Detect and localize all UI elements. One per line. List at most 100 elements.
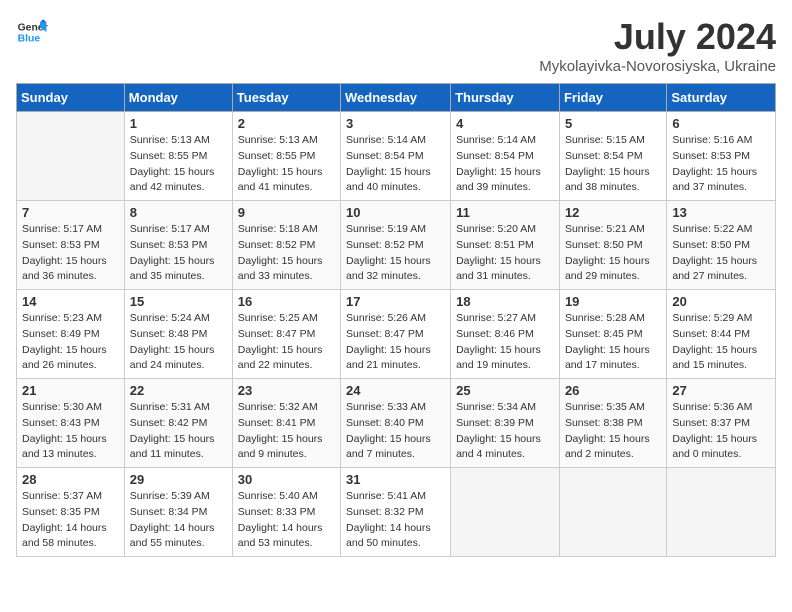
day-info: Sunrise: 5:32 AMSunset: 8:41 PMDaylight:… [238, 400, 335, 463]
title-block: July 2024 Mykolayivka-Novorosiyska, Ukra… [539, 16, 776, 75]
day-info: Sunrise: 5:23 AMSunset: 8:49 PMDaylight:… [22, 311, 119, 374]
calendar-cell: 12 Sunrise: 5:21 AMSunset: 8:50 PMDayligh… [559, 201, 666, 290]
day-info: Sunrise: 5:29 AMSunset: 8:44 PMDaylight:… [672, 311, 770, 374]
day-number: 3 [346, 116, 445, 131]
day-number: 9 [238, 205, 335, 220]
day-info: Sunrise: 5:33 AMSunset: 8:40 PMDaylight:… [346, 400, 445, 463]
day-info: Sunrise: 5:26 AMSunset: 8:47 PMDaylight:… [346, 311, 445, 374]
calendar-cell: 24 Sunrise: 5:33 AMSunset: 8:40 PMDayligh… [341, 379, 451, 468]
day-info: Sunrise: 5:39 AMSunset: 8:34 PMDaylight:… [130, 489, 227, 552]
calendar-cell: 17 Sunrise: 5:26 AMSunset: 8:47 PMDayligh… [341, 290, 451, 379]
calendar-cell: 16 Sunrise: 5:25 AMSunset: 8:47 PMDayligh… [232, 290, 340, 379]
calendar-cell: 15Sunrise: 5:24 AMSunset: 8:48 PMDayligh… [124, 290, 232, 379]
calendar-cell: 30 Sunrise: 5:40 AMSunset: 8:33 PMDayligh… [232, 468, 340, 557]
day-number: 21 [22, 383, 119, 398]
col-header-wednesday: Wednesday [341, 84, 451, 112]
calendar-cell: 19Sunrise: 5:28 AMSunset: 8:45 PMDayligh… [559, 290, 666, 379]
calendar-cell: 14 Sunrise: 5:23 AMSunset: 8:49 PMDayligh… [17, 290, 125, 379]
day-info: Sunrise: 5:22 AMSunset: 8:50 PMDaylight:… [672, 222, 770, 285]
day-number: 4 [456, 116, 554, 131]
calendar-cell: 2Sunrise: 5:13 AMSunset: 8:55 PMDaylight… [232, 112, 340, 201]
calendar-cell: 1 Sunrise: 5:13 AMSunset: 8:55 PMDaylight… [124, 112, 232, 201]
day-number: 25 [456, 383, 554, 398]
day-number: 6 [672, 116, 770, 131]
col-header-thursday: Thursday [451, 84, 560, 112]
week-row-2: 7 Sunrise: 5:17 AMSunset: 8:53 PMDaylight… [17, 201, 776, 290]
calendar-cell: 31 Sunrise: 5:41 AMSunset: 8:32 PMDayligh… [341, 468, 451, 557]
day-number: 30 [238, 472, 335, 487]
day-info: Sunrise: 5:36 AMSunset: 8:37 PMDaylight:… [672, 400, 770, 463]
day-number: 29 [130, 472, 227, 487]
day-info: Sunrise: 5:21 AMSunset: 8:50 PMDaylight:… [565, 222, 661, 285]
calendar-cell: 25 Sunrise: 5:34 AMSunset: 8:39 PMDayligh… [451, 379, 560, 468]
col-header-monday: Monday [124, 84, 232, 112]
day-number: 5 [565, 116, 661, 131]
week-row-1: 1 Sunrise: 5:13 AMSunset: 8:55 PMDaylight… [17, 112, 776, 201]
day-number: 14 [22, 294, 119, 309]
calendar-cell: 29 Sunrise: 5:39 AMSunset: 8:34 PMDayligh… [124, 468, 232, 557]
col-header-saturday: Saturday [667, 84, 776, 112]
day-number: 7 [22, 205, 119, 220]
day-info: Sunrise: 5:40 AMSunset: 8:33 PMDaylight:… [238, 489, 335, 552]
day-number: 16 [238, 294, 335, 309]
week-row-4: 21Sunrise: 5:30 AMSunset: 8:43 PMDayligh… [17, 379, 776, 468]
day-number: 2 [238, 116, 335, 131]
calendar-cell [667, 468, 776, 557]
day-info: Sunrise: 5:24 AMSunset: 8:48 PMDaylight:… [130, 311, 227, 374]
day-info: Sunrise: 5:35 AMSunset: 8:38 PMDaylight:… [565, 400, 661, 463]
day-number: 27 [672, 383, 770, 398]
day-number: 13 [672, 205, 770, 220]
day-number: 11 [456, 205, 554, 220]
calendar-cell: 23 Sunrise: 5:32 AMSunset: 8:41 PMDayligh… [232, 379, 340, 468]
calendar-cell: 10Sunrise: 5:19 AMSunset: 8:52 PMDayligh… [341, 201, 451, 290]
day-info: Sunrise: 5:17 AMSunset: 8:53 PMDaylight:… [22, 222, 119, 285]
calendar-table: SundayMondayTuesdayWednesdayThursdayFrid… [16, 83, 776, 557]
day-info: Sunrise: 5:34 AMSunset: 8:39 PMDaylight:… [456, 400, 554, 463]
calendar-cell: 5Sunrise: 5:15 AMSunset: 8:54 PMDaylight… [559, 112, 666, 201]
logo-icon: General Blue [16, 16, 48, 48]
col-header-friday: Friday [559, 84, 666, 112]
calendar-cell: 21Sunrise: 5:30 AMSunset: 8:43 PMDayligh… [17, 379, 125, 468]
calendar-cell [559, 468, 666, 557]
calendar-cell: 28 Sunrise: 5:37 AMSunset: 8:35 PMDayligh… [17, 468, 125, 557]
logo: General Blue [16, 16, 48, 48]
calendar-cell: 8 Sunrise: 5:17 AMSunset: 8:53 PMDaylight… [124, 201, 232, 290]
day-info: Sunrise: 5:16 AMSunset: 8:53 PMDaylight:… [672, 133, 770, 196]
day-number: 17 [346, 294, 445, 309]
day-number: 1 [130, 116, 227, 131]
calendar-cell [17, 112, 125, 201]
month-title: July 2024 [539, 16, 776, 58]
day-number: 18 [456, 294, 554, 309]
day-info: Sunrise: 5:41 AMSunset: 8:32 PMDaylight:… [346, 489, 445, 552]
day-info: Sunrise: 5:19 AMSunset: 8:52 PMDaylight:… [346, 222, 445, 285]
calendar-header-row: SundayMondayTuesdayWednesdayThursdayFrid… [17, 84, 776, 112]
calendar-cell [451, 468, 560, 557]
day-number: 31 [346, 472, 445, 487]
day-info: Sunrise: 5:17 AMSunset: 8:53 PMDaylight:… [130, 222, 227, 285]
location-subtitle: Mykolayivka-Novorosiyska, Ukraine [539, 58, 776, 75]
day-info: Sunrise: 5:28 AMSunset: 8:45 PMDaylight:… [565, 311, 661, 374]
page-header: General Blue July 2024 Mykolayivka-Novor… [16, 16, 776, 75]
day-number: 8 [130, 205, 227, 220]
day-number: 24 [346, 383, 445, 398]
day-number: 22 [130, 383, 227, 398]
calendar-cell: 22Sunrise: 5:31 AMSunset: 8:42 PMDayligh… [124, 379, 232, 468]
calendar-cell: 6 Sunrise: 5:16 AMSunset: 8:53 PMDaylight… [667, 112, 776, 201]
day-info: Sunrise: 5:37 AMSunset: 8:35 PMDaylight:… [22, 489, 119, 552]
calendar-cell: 3Sunrise: 5:14 AMSunset: 8:54 PMDaylight… [341, 112, 451, 201]
calendar-cell: 13 Sunrise: 5:22 AMSunset: 8:50 PMDayligh… [667, 201, 776, 290]
day-number: 20 [672, 294, 770, 309]
day-number: 12 [565, 205, 661, 220]
col-header-sunday: Sunday [17, 84, 125, 112]
calendar-cell: 18 Sunrise: 5:27 AMSunset: 8:46 PMDayligh… [451, 290, 560, 379]
calendar-cell: 11Sunrise: 5:20 AMSunset: 8:51 PMDayligh… [451, 201, 560, 290]
calendar-cell: 27 Sunrise: 5:36 AMSunset: 8:37 PMDayligh… [667, 379, 776, 468]
day-info: Sunrise: 5:25 AMSunset: 8:47 PMDaylight:… [238, 311, 335, 374]
day-number: 23 [238, 383, 335, 398]
day-number: 26 [565, 383, 661, 398]
day-info: Sunrise: 5:13 AMSunset: 8:55 PMDaylight:… [130, 133, 227, 196]
day-info: Sunrise: 5:14 AMSunset: 8:54 PMDaylight:… [456, 133, 554, 196]
day-number: 28 [22, 472, 119, 487]
day-info: Sunrise: 5:27 AMSunset: 8:46 PMDaylight:… [456, 311, 554, 374]
calendar-body: 1 Sunrise: 5:13 AMSunset: 8:55 PMDaylight… [17, 112, 776, 557]
